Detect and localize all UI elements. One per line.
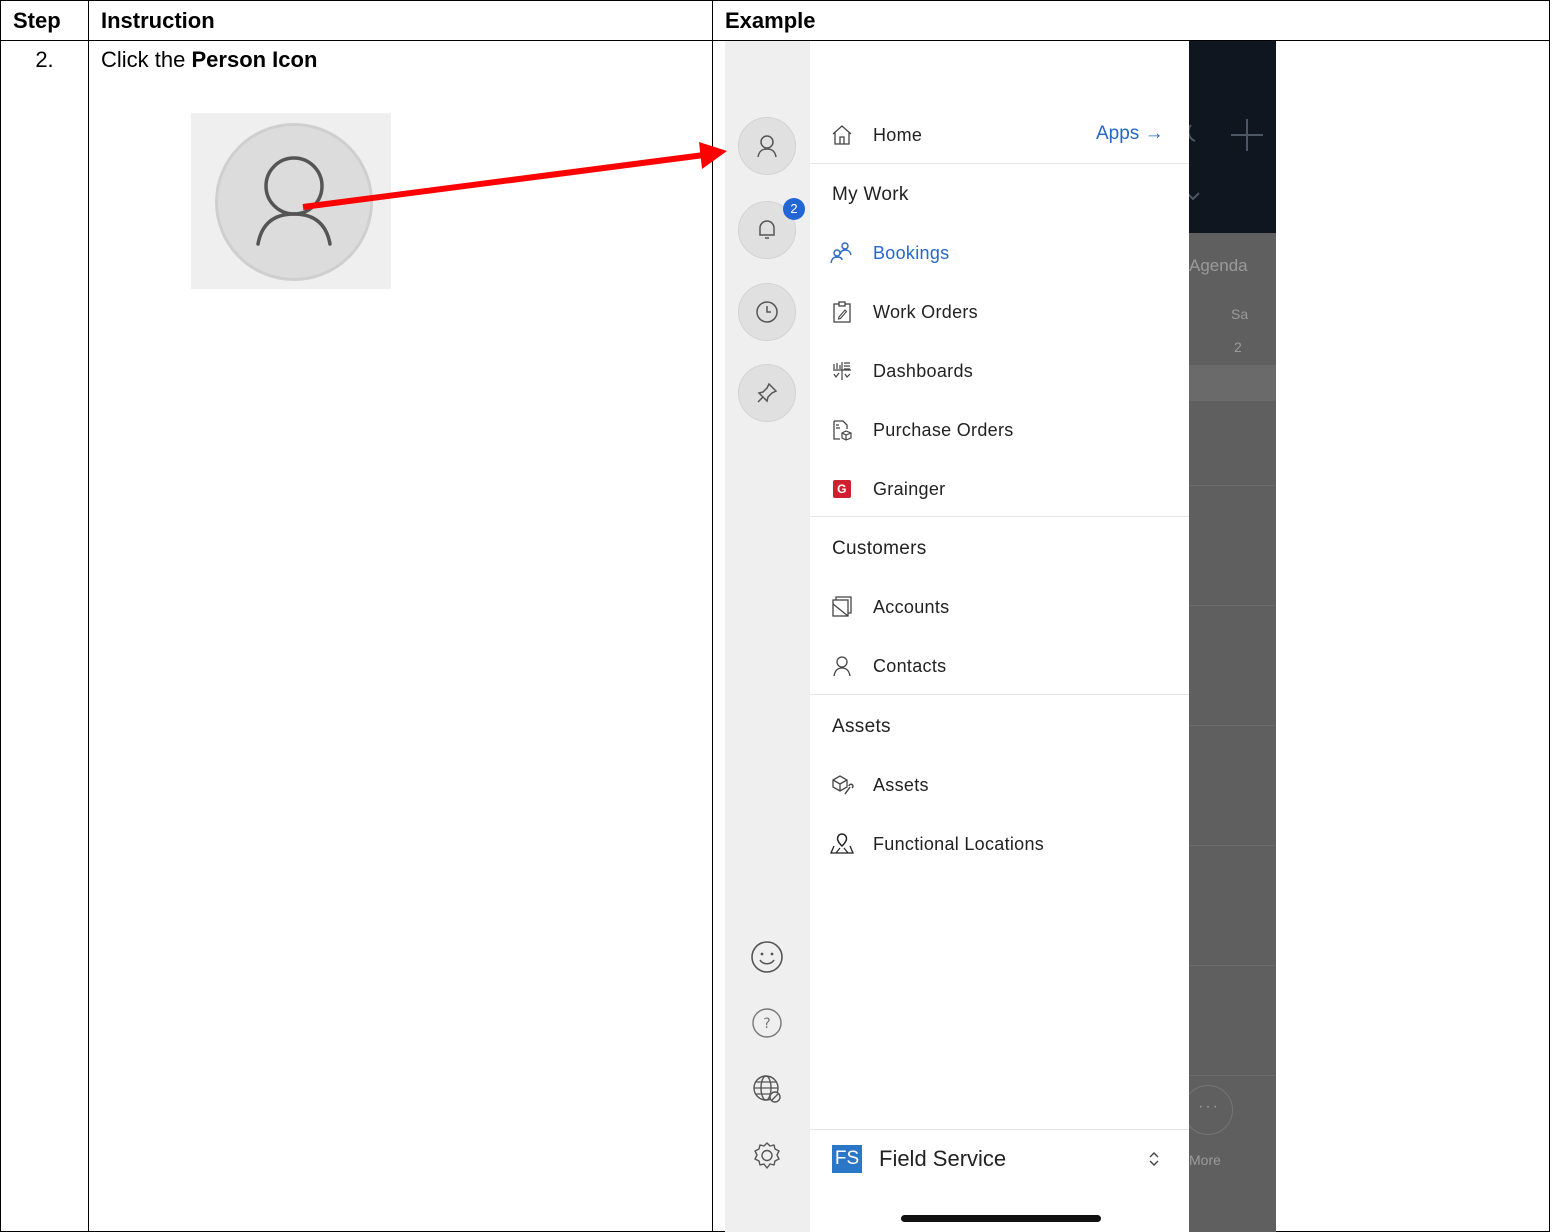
chevron-up-down-icon[interactable] — [1147, 1149, 1161, 1169]
step-number: 2. — [0, 40, 89, 1232]
nav-item-label: Accounts — [873, 596, 950, 617]
home-indicator — [901, 1215, 1101, 1222]
accounts-icon — [832, 596, 852, 617]
app-name: Field Service — [879, 1146, 1007, 1171]
clock-icon — [756, 301, 778, 323]
nav-item-label: Functional Locations — [873, 833, 1045, 854]
pin-icon — [757, 382, 778, 403]
background-day-number: 2 — [1234, 339, 1242, 355]
purchase-order-icon — [833, 420, 852, 441]
grainger-logo-icon: G — [833, 480, 851, 498]
home-icon — [832, 125, 852, 145]
nav-item-contacts[interactable]: Contacts — [830, 646, 946, 686]
offline-button[interactable] — [747, 1069, 787, 1109]
person-icon — [215, 123, 373, 281]
header-example: Example — [712, 0, 1550, 41]
nav-item-label: Work Orders — [873, 301, 978, 322]
nav-item-dashboards[interactable]: Dashboards — [830, 351, 973, 391]
nav-item-label: Home — [873, 124, 923, 145]
app-switcher[interactable]: FS Field Service — [832, 1145, 1006, 1173]
background-app-header — [1186, 41, 1276, 233]
background-tab-label: Agenda — [1189, 256, 1248, 275]
nav-item-accounts[interactable]: Accounts — [830, 587, 949, 627]
notification-badge: 2 — [783, 198, 805, 220]
navigation-panel: Home Apps → My Work Bookings Work Orders… — [810, 41, 1189, 1232]
nav-item-functional-locations[interactable]: Functional Locations — [830, 824, 1044, 864]
instruction-emphasis: Person Icon — [191, 47, 318, 72]
person-icon-zoom — [191, 113, 391, 289]
svg-text:?: ? — [763, 1016, 770, 1032]
nav-item-work-orders[interactable]: Work Orders — [830, 292, 978, 332]
person-button[interactable] — [738, 117, 796, 175]
nav-item-bookings[interactable]: Bookings — [830, 233, 949, 273]
section-title-my-work: My Work — [832, 184, 909, 205]
help-button[interactable]: ? — [747, 1003, 787, 1043]
instruction-text: Click the Person Icon — [101, 47, 318, 72]
person-icon — [757, 135, 777, 158]
asset-box-icon — [832, 775, 854, 795]
background-more-label: More — [1189, 1152, 1221, 1168]
bookings-icon — [830, 242, 852, 264]
nav-item-assets[interactable]: Assets — [830, 765, 929, 805]
help-icon: ? — [752, 1008, 782, 1038]
bell-icon — [759, 220, 775, 239]
nav-item-label: Dashboards — [873, 360, 974, 381]
location-pin-icon — [830, 833, 854, 854]
clipboard-icon — [833, 301, 851, 323]
header-instruction: Instruction — [88, 0, 713, 41]
nav-item-grainger[interactable]: G Grainger — [830, 469, 945, 509]
nav-item-label: Assets — [873, 774, 929, 795]
nav-item-label: Purchase Orders — [873, 419, 1014, 440]
pinned-button[interactable] — [738, 364, 796, 422]
feedback-button[interactable] — [747, 937, 787, 977]
nav-item-purchase-orders[interactable]: Purchase Orders — [830, 410, 1014, 450]
recent-button[interactable] — [738, 283, 796, 341]
left-rail: 2 ? — [725, 41, 810, 1232]
background-more-button: ··· — [1183, 1085, 1233, 1135]
instruction-cell: Click the Person Icon — [88, 40, 713, 1232]
section-title-customers: Customers — [832, 538, 927, 559]
nav-item-label: Bookings — [873, 242, 950, 263]
globe-icon — [753, 1075, 781, 1103]
app-tile: FS — [832, 1145, 862, 1173]
header-step: Step — [0, 0, 89, 41]
smiley-icon — [751, 941, 783, 973]
settings-icon — [754, 1142, 780, 1169]
app-screenshot: Agenda Sa 2 ··· More 2 ? Home Apps → My … — [725, 41, 1276, 1232]
nav-item-label: Grainger — [873, 478, 946, 499]
person-icon — [833, 656, 851, 677]
background-app: Agenda Sa 2 ··· More — [1183, 41, 1276, 1232]
dashboard-icon — [833, 362, 851, 380]
section-title-assets: Assets — [832, 716, 891, 737]
apps-link[interactable]: Apps → — [1096, 123, 1164, 145]
background-day-label: Sa — [1231, 306, 1249, 322]
nav-item-home[interactable]: Home — [830, 115, 922, 155]
nav-item-label: Contacts — [873, 655, 947, 676]
settings-button[interactable] — [747, 1136, 787, 1176]
